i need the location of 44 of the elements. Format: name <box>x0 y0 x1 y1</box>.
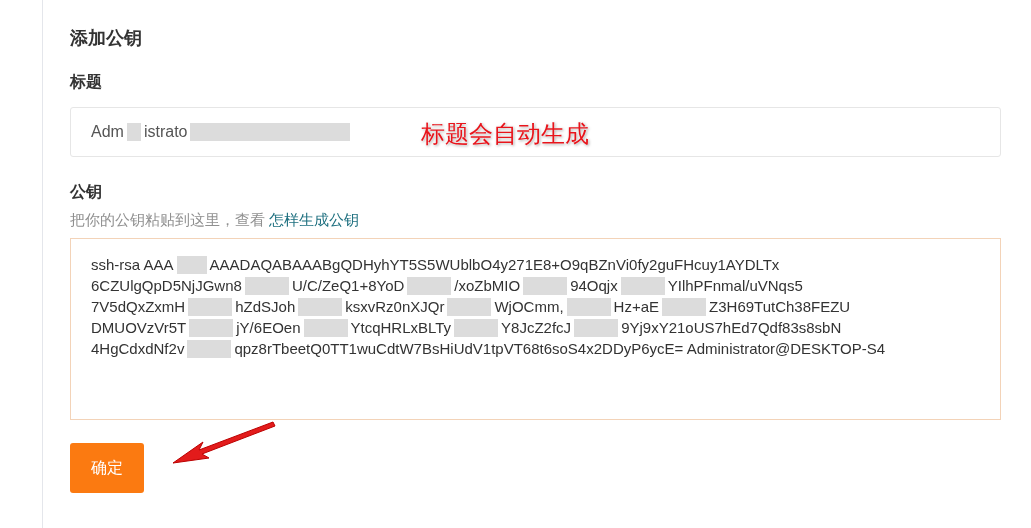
blurred-patch <box>188 297 233 316</box>
annotation-text: 标题会自动生成 <box>421 119 589 149</box>
key-text-line: Hz+aE <box>613 298 660 315</box>
section-heading: 添加公钥 <box>70 27 143 50</box>
key-text-line: AAADAQABAAABgQDHyhYT5S5WUblbO4y271E8+O9qBZnVi0fy2guFHcuy1AYDLTx <box>209 256 780 273</box>
field-label: 公钥 <box>70 182 103 202</box>
blurred-patch <box>523 276 568 295</box>
key-text-line: hZdSJoh <box>235 298 296 315</box>
blurred-patch <box>298 297 343 316</box>
key-text-line: /xoZbMIO <box>454 277 521 294</box>
key-text-line: Y8JcZ2fcJ <box>501 319 572 336</box>
field-hint: 把你的公钥粘贴到这里，查看 <box>70 210 265 230</box>
key-text-line: qpz8rTbeetQ0TT1wuCdtW7BsHiUdV1tpVT68t6soS4x2DDyP6ycE= Administrator@DESKTOP-S4 <box>234 340 885 357</box>
key-text-line: 6CZUlgQpD5NjJGwn8 <box>91 277 242 294</box>
blurred-patch <box>574 318 619 337</box>
key-text-line: ssh-rsa AAA <box>91 256 174 273</box>
key-text-line: Z3H69TutCh38FEZU <box>709 298 851 315</box>
key-text-line: U/C/ZeQ1+8YoD <box>291 277 405 294</box>
blurred-patch <box>566 297 611 316</box>
key-text-line: YtcqHRLxBLTy <box>350 319 452 336</box>
blurred-patch <box>303 318 348 337</box>
title-input-field[interactable]: Adm istrato 标题会自动生成 <box>70 107 1001 157</box>
blurred-patch <box>176 255 207 274</box>
blurred-patch <box>244 276 289 295</box>
key-text-line: 4HgCdxdNf2v <box>91 340 185 357</box>
blurred-patch <box>454 318 499 337</box>
key-text-line: jY/6EOen <box>236 319 301 336</box>
field-label: 标题 <box>70 72 103 92</box>
blurred-patch <box>447 297 492 316</box>
blurred-patch <box>189 318 234 337</box>
key-text-line: 9Yj9xY21oUS7hEd7Qdf83s8sbN <box>621 319 842 336</box>
blurred-patch <box>662 297 707 316</box>
key-text-line: YIlhPFnmal/uVNqs5 <box>667 277 803 294</box>
key-text-line: 94Oqjx <box>570 277 618 294</box>
key-text-line: WjOCmm, <box>494 298 564 315</box>
key-text-line: 7V5dQxZxmH <box>91 298 186 315</box>
key-text-line: ksxvRz0nXJQr <box>345 298 445 315</box>
blurred-patch <box>187 339 232 358</box>
blurred-patch <box>126 123 141 141</box>
blurred-patch <box>407 276 452 295</box>
key-text-line: DMUOVzVr5T <box>91 319 187 336</box>
blurred-patch <box>620 276 665 295</box>
key-text-area[interactable] <box>70 238 1001 420</box>
help-link[interactable]: 怎样生成公钥 <box>269 210 359 230</box>
